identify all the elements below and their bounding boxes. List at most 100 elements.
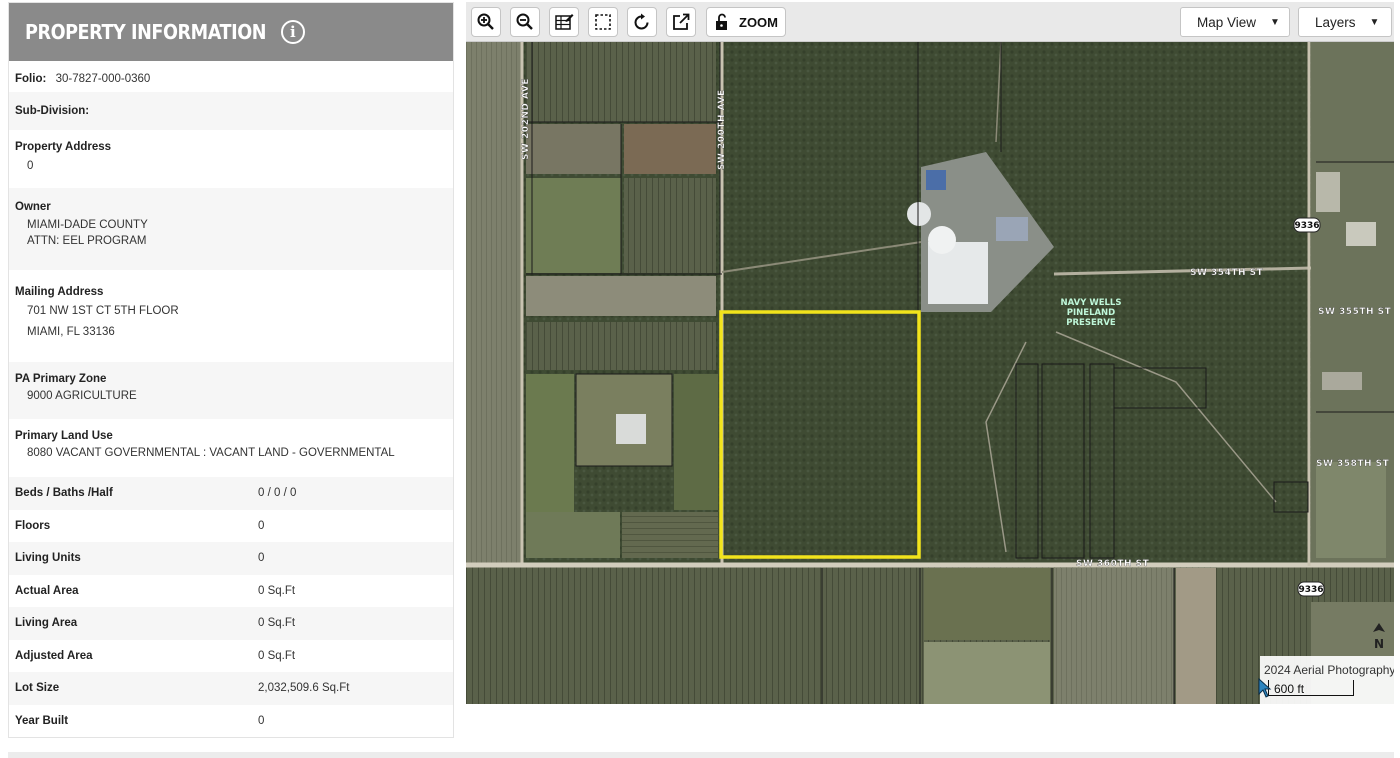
building xyxy=(926,170,946,190)
property-info-panel: PROPERTY INFORMATION i Folio: 30-7827-00… xyxy=(8,2,454,738)
owner-row: Owner MIAMI-DADE COUNTY ATTN: EEL PROGRA… xyxy=(9,188,453,270)
page-footer-strip xyxy=(8,752,1394,758)
farmland xyxy=(526,124,621,174)
building xyxy=(1316,172,1340,212)
farmland xyxy=(526,42,716,122)
panel-title: PROPERTY INFORMATION xyxy=(25,20,267,44)
map-widget: ZOOM Map View ▼ Layers ▼ SW 202ND AVE SW… xyxy=(466,2,1394,704)
primary-zone-value: 9000 AGRICULTURE xyxy=(27,390,137,402)
preserve-label-line: NAVY WELLS xyxy=(1061,298,1122,308)
layers-dropdown[interactable]: Layers ▼ xyxy=(1298,7,1392,37)
storage-tank xyxy=(928,226,956,254)
detail-row-living-units: Living Units 0 xyxy=(9,542,453,575)
detail-label: Year Built xyxy=(15,714,69,727)
building xyxy=(616,414,646,444)
unlock-icon xyxy=(716,13,727,30)
zoom-lock-button[interactable]: ZOOM xyxy=(706,7,786,37)
mailing-address-line: MIAMI, FL 33136 xyxy=(27,326,115,338)
field xyxy=(674,374,718,510)
land-use-row: Primary Land Use 8080 VACANT GOVERNMENTA… xyxy=(9,419,453,477)
external-link-button[interactable] xyxy=(666,7,696,37)
field xyxy=(526,178,621,273)
detail-row-adjusted-area: Adjusted Area 0 Sq.Ft xyxy=(9,640,453,673)
detail-value: 0 xyxy=(258,519,265,532)
property-address-label: Property Address xyxy=(15,141,112,153)
mouse-cursor-icon xyxy=(1258,678,1272,698)
subdivision-label: Sub-Division: xyxy=(15,105,90,117)
road-label: SW 355TH ST xyxy=(1318,307,1392,317)
map-toolbar: ZOOM Map View ▼ Layers ▼ xyxy=(466,2,1394,42)
field xyxy=(526,512,620,558)
detail-label: Lot Size xyxy=(15,682,60,695)
detail-value: 0 xyxy=(258,714,265,727)
detail-label: Living Units xyxy=(15,552,81,565)
zoom-out-icon xyxy=(516,13,533,30)
select-box-icon xyxy=(595,14,611,30)
info-circle-icon[interactable]: i xyxy=(280,20,305,44)
owner-line: MIAMI-DADE COUNTY xyxy=(27,219,148,231)
road-label: SW 354TH ST xyxy=(1190,268,1264,278)
mailing-address-row: Mailing Address 701 NW 1ST CT 5TH FLOOR … xyxy=(9,270,453,362)
layers-label: Layers xyxy=(1315,14,1356,30)
field xyxy=(924,642,1050,704)
folio-label: Folio: xyxy=(15,73,47,85)
imagery-caption: 2024 Aerial Photography xyxy=(1264,663,1394,677)
map-view-dropdown[interactable]: Map View ▼ xyxy=(1180,7,1290,37)
detail-value: 0 Sq.Ft xyxy=(258,617,296,630)
caret-down-icon: ▼ xyxy=(1270,16,1280,28)
detail-row-year-built: Year Built 0 xyxy=(9,705,453,738)
primary-zone-row: PA Primary Zone 9000 AGRICULTURE xyxy=(9,362,453,419)
zoom-out-button[interactable] xyxy=(510,7,540,37)
external-link-icon xyxy=(673,13,690,30)
field xyxy=(1176,568,1216,704)
preserve-label-line: PINELAND xyxy=(1067,308,1115,318)
panel-header: PROPERTY INFORMATION i xyxy=(9,3,453,61)
preserve-label-line: PRESERVE xyxy=(1066,318,1116,328)
land-use-label: Primary Land Use xyxy=(15,430,113,442)
mailing-address-line: 701 NW 1ST CT 5TH FLOOR xyxy=(27,305,179,317)
compound xyxy=(526,276,716,316)
folio-row: Folio: 30-7827-000-0360 xyxy=(9,61,453,92)
select-box-button[interactable] xyxy=(588,7,618,37)
detail-label: Actual Area xyxy=(15,584,79,597)
nursery xyxy=(622,512,718,558)
road-label: SW 358TH ST xyxy=(1316,459,1390,469)
storage-tank xyxy=(907,202,931,226)
subdivision-row: Sub-Division: xyxy=(9,92,453,130)
field xyxy=(1316,462,1386,558)
scale-widget: 2024 Aerial Photography 600 ft xyxy=(1260,656,1394,704)
detail-row-lot-size: Lot Size 2,032,509.6 Sq.Ft xyxy=(9,672,453,705)
detail-row-floors: Floors 0 xyxy=(9,510,453,543)
road-label: SW 202ND AVE xyxy=(521,78,531,160)
caret-down-icon: ▼ xyxy=(1369,16,1380,28)
edit-table-icon xyxy=(555,14,574,30)
land-use-value: 8080 VACANT GOVERNMENTAL : VACANT LAND -… xyxy=(27,447,395,459)
scale-value: 600 ft xyxy=(1274,682,1305,696)
refresh-button[interactable] xyxy=(627,7,657,37)
detail-label: Floors xyxy=(15,519,51,532)
field xyxy=(1054,568,1174,704)
preserve-label: NAVY WELLS PINELAND PRESERVE xyxy=(1061,298,1122,328)
detail-label: Adjusted Area xyxy=(15,649,93,662)
detail-value: 2,032,509.6 Sq.Ft xyxy=(258,682,350,695)
folio-value: 30-7827-000-0360 xyxy=(55,73,151,85)
aerial-map-canvas[interactable]: SW 202ND AVE SW 200TH AVE SW 354TH ST SW… xyxy=(466,42,1394,704)
aerial-map[interactable]: SW 202ND AVE SW 200TH AVE SW 354TH ST SW… xyxy=(466,42,1394,704)
property-address-value: 0 xyxy=(27,160,34,172)
owner-label: Owner xyxy=(15,201,51,213)
route-shield-label: 9336 xyxy=(1298,585,1323,595)
detail-value: 0 Sq.Ft xyxy=(258,649,296,662)
edit-table-button[interactable] xyxy=(549,7,579,37)
primary-zone-label: PA Primary Zone xyxy=(15,373,107,385)
orchard xyxy=(1218,568,1308,658)
detail-label: Beds / Baths /Half xyxy=(15,487,113,500)
orchard xyxy=(526,322,716,370)
road-label: SW 200TH AVE xyxy=(717,89,727,170)
field xyxy=(924,568,1050,640)
detail-value: 0 / 0 / 0 xyxy=(258,487,297,500)
zoom-in-button[interactable] xyxy=(471,7,501,37)
mailing-address-label: Mailing Address xyxy=(15,286,104,298)
farmland xyxy=(624,124,716,174)
building xyxy=(996,217,1028,241)
road-label: SW 360TH ST xyxy=(1076,559,1150,569)
